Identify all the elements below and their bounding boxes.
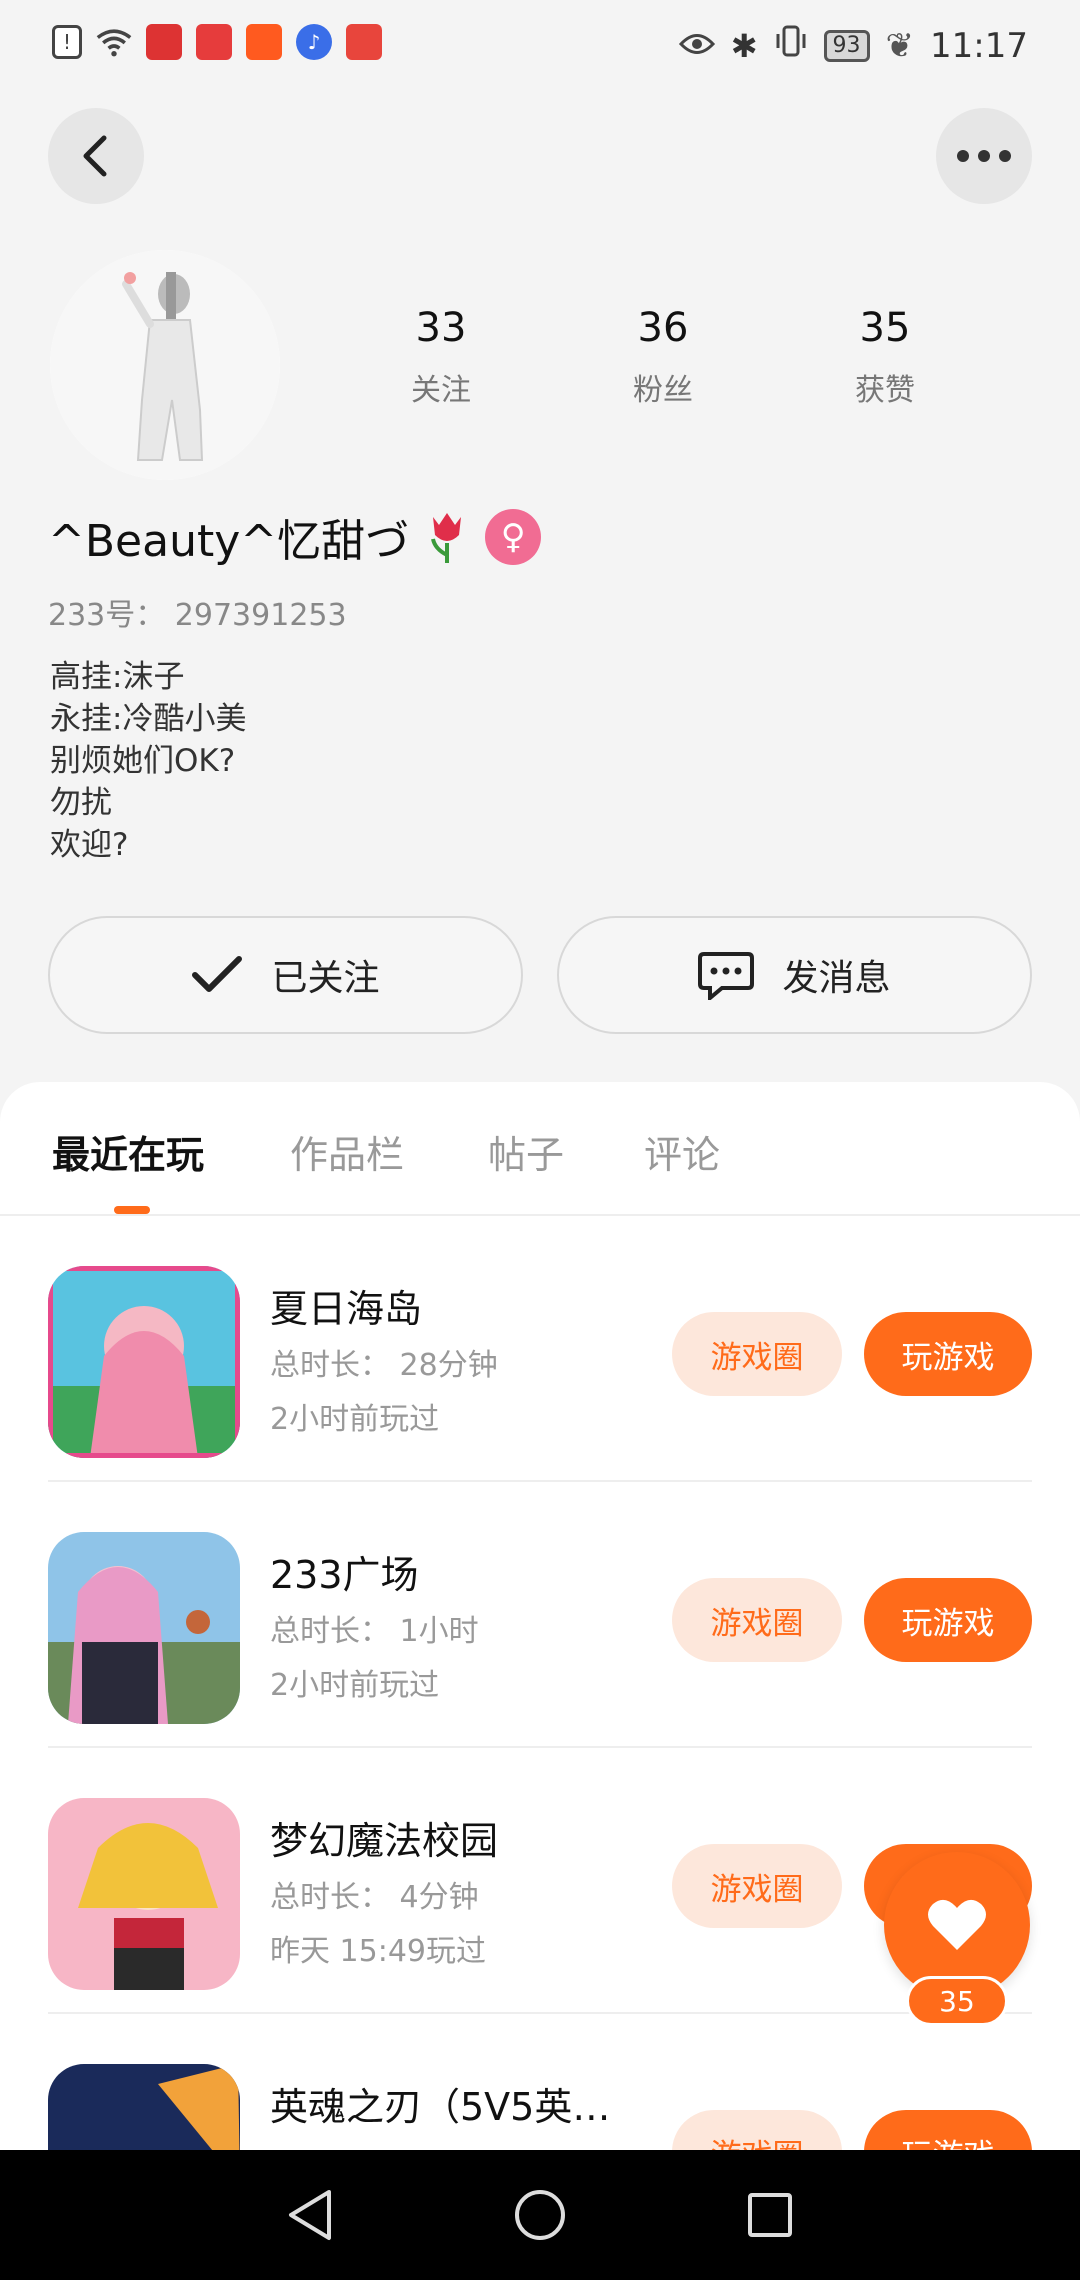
stat-likes[interactable]: 35 获赞 [774,305,996,409]
stat-fans[interactable]: 36 粉丝 [552,305,774,409]
bluetooth-icon: ✱ [730,26,758,65]
action-row: 已关注 发消息 [48,916,1032,1034]
stat-value: 35 [859,305,911,351]
game-title: 233广场 [270,1553,419,1597]
game-title: 夏日海岛 [270,1287,423,1331]
system-nav-bar [0,2150,1080,2280]
game-duration: 总时长： 4分钟 [270,1880,479,1915]
followed-button[interactable]: 已关注 [48,916,523,1034]
game-icon [48,1798,240,1990]
bio-line: 勿扰 [50,785,112,821]
kuaishou-icon [246,24,282,60]
leaf-icon: ❦ [885,25,915,66]
heart-icon [928,1899,986,1950]
game-title: 梦幻魔法校园 [270,1819,499,1863]
app-notification-icon [146,24,182,60]
tulip-icon [431,513,462,563]
tab-recently-played[interactable]: 最近在玩 [52,1124,204,1179]
game-circle-button[interactable]: 游戏圈 [672,1844,842,1928]
message-label: 发消息 [782,958,891,999]
triangle-back-icon [289,2190,331,2240]
notification-icons: ! ♪ [52,24,382,60]
username: ^Beauty^忆甜づ [48,516,410,567]
bio-line: 高挂:沫子 [50,659,185,695]
game-icon [48,2064,240,2150]
alert-icon: ! [52,25,82,59]
nav-home-button[interactable] [510,2185,570,2245]
followed-label: 已关注 [271,958,380,999]
music-icon: ♪ [296,24,332,60]
check-icon [192,956,243,992]
stat-label: 关注 [411,373,471,408]
game-title: 英魂之刃（5V5英… [270,2085,611,2129]
game-row[interactable]: 233广场 总时长： 1小时 2小时前玩过 游戏圈 玩游戏 [48,1482,1032,1748]
vibrate-icon [774,24,808,67]
square-recents-icon [748,2193,792,2237]
more-dots-icon [957,150,1011,162]
chat-bubble-icon [698,952,755,1000]
game-icon [48,1532,240,1724]
game-icon [48,1266,240,1458]
clock: 11:17 [930,25,1028,66]
tab-posts[interactable]: 帖子 [488,1124,564,1179]
game-last-played: 昨天 15:49玩过 [270,1934,486,1969]
game-last-played: 2小时前玩过 [270,1402,440,1437]
game-circle-button[interactable]: 游戏圈 [672,1578,842,1662]
bio: 高挂:沫子 永挂:冷酷小美 别烦她们OK? 勿扰 欢迎? [50,656,246,866]
bio-line: 永挂:冷酷小美 [50,701,247,737]
like-count: 35 [906,1976,1008,2026]
status-bar: ! ♪ ✱ 93 ❦ 11:17 [0,0,1080,90]
play-game-button[interactable]: 玩游戏 [864,1312,1032,1396]
profile-stats: 33 关注 36 粉丝 35 获赞 [330,305,1050,409]
play-game-button[interactable]: 玩游戏 [864,1578,1032,1662]
bio-line: 欢迎? [50,827,129,863]
stat-label: 粉丝 [633,373,693,408]
battery-indicator: 93 [823,29,870,62]
game-row[interactable]: 英魂之刃（5V5英… 游戏圈 玩游戏 [48,2014,1032,2150]
tab-comments[interactable]: 评论 [644,1124,720,1179]
username-row: ^Beauty^忆甜づ ♀ [48,505,542,569]
nav-recents-button[interactable] [740,2185,800,2245]
game-duration: 总时长： 1小时 [270,1614,479,1649]
back-button[interactable] [48,108,144,204]
reader-icon [346,24,382,60]
play-game-button[interactable]: 玩游戏 [864,2110,1032,2150]
eye-icon [678,26,715,66]
nav-back-button[interactable] [280,2185,340,2245]
bio-line: 别烦她们OK? [50,743,236,779]
wifi-icon [96,24,132,60]
tab-bar: 最近在玩 作品栏 帖子 评论 [0,1082,1080,1216]
avatar[interactable] [50,250,280,480]
game-last-played: 2小时前玩过 [270,1668,440,1703]
circle-home-icon [515,2190,565,2240]
tab-indicator [114,1206,150,1214]
tab-works[interactable]: 作品栏 [290,1124,404,1179]
user-id: 233号： 297391253 [48,598,347,633]
game-row[interactable]: 梦幻魔法校园 总时长： 4分钟 昨天 15:49玩过 游戏圈 玩游戏 [48,1748,1032,2014]
game-circle-button[interactable]: 游戏圈 [672,1312,842,1396]
game-circle-button[interactable]: 游戏圈 [672,2110,842,2150]
system-icons: ✱ 93 ❦ 11:17 [678,24,1028,67]
chevron-left-icon [83,135,107,177]
stat-label: 获赞 [855,373,915,408]
more-button[interactable] [936,108,1032,204]
game-row[interactable]: 夏日海岛 总时长： 28分钟 2小时前玩过 游戏圈 玩游戏 [48,1216,1032,1482]
game-duration: 总时长： 28分钟 [270,1348,498,1383]
stat-value: 33 [415,305,467,351]
gender-female-icon: ♀ [485,509,542,565]
stat-following[interactable]: 33 关注 [330,305,552,409]
message-button[interactable]: 发消息 [557,916,1032,1034]
huawei-store-icon [196,24,232,60]
stat-value: 36 [637,305,689,351]
